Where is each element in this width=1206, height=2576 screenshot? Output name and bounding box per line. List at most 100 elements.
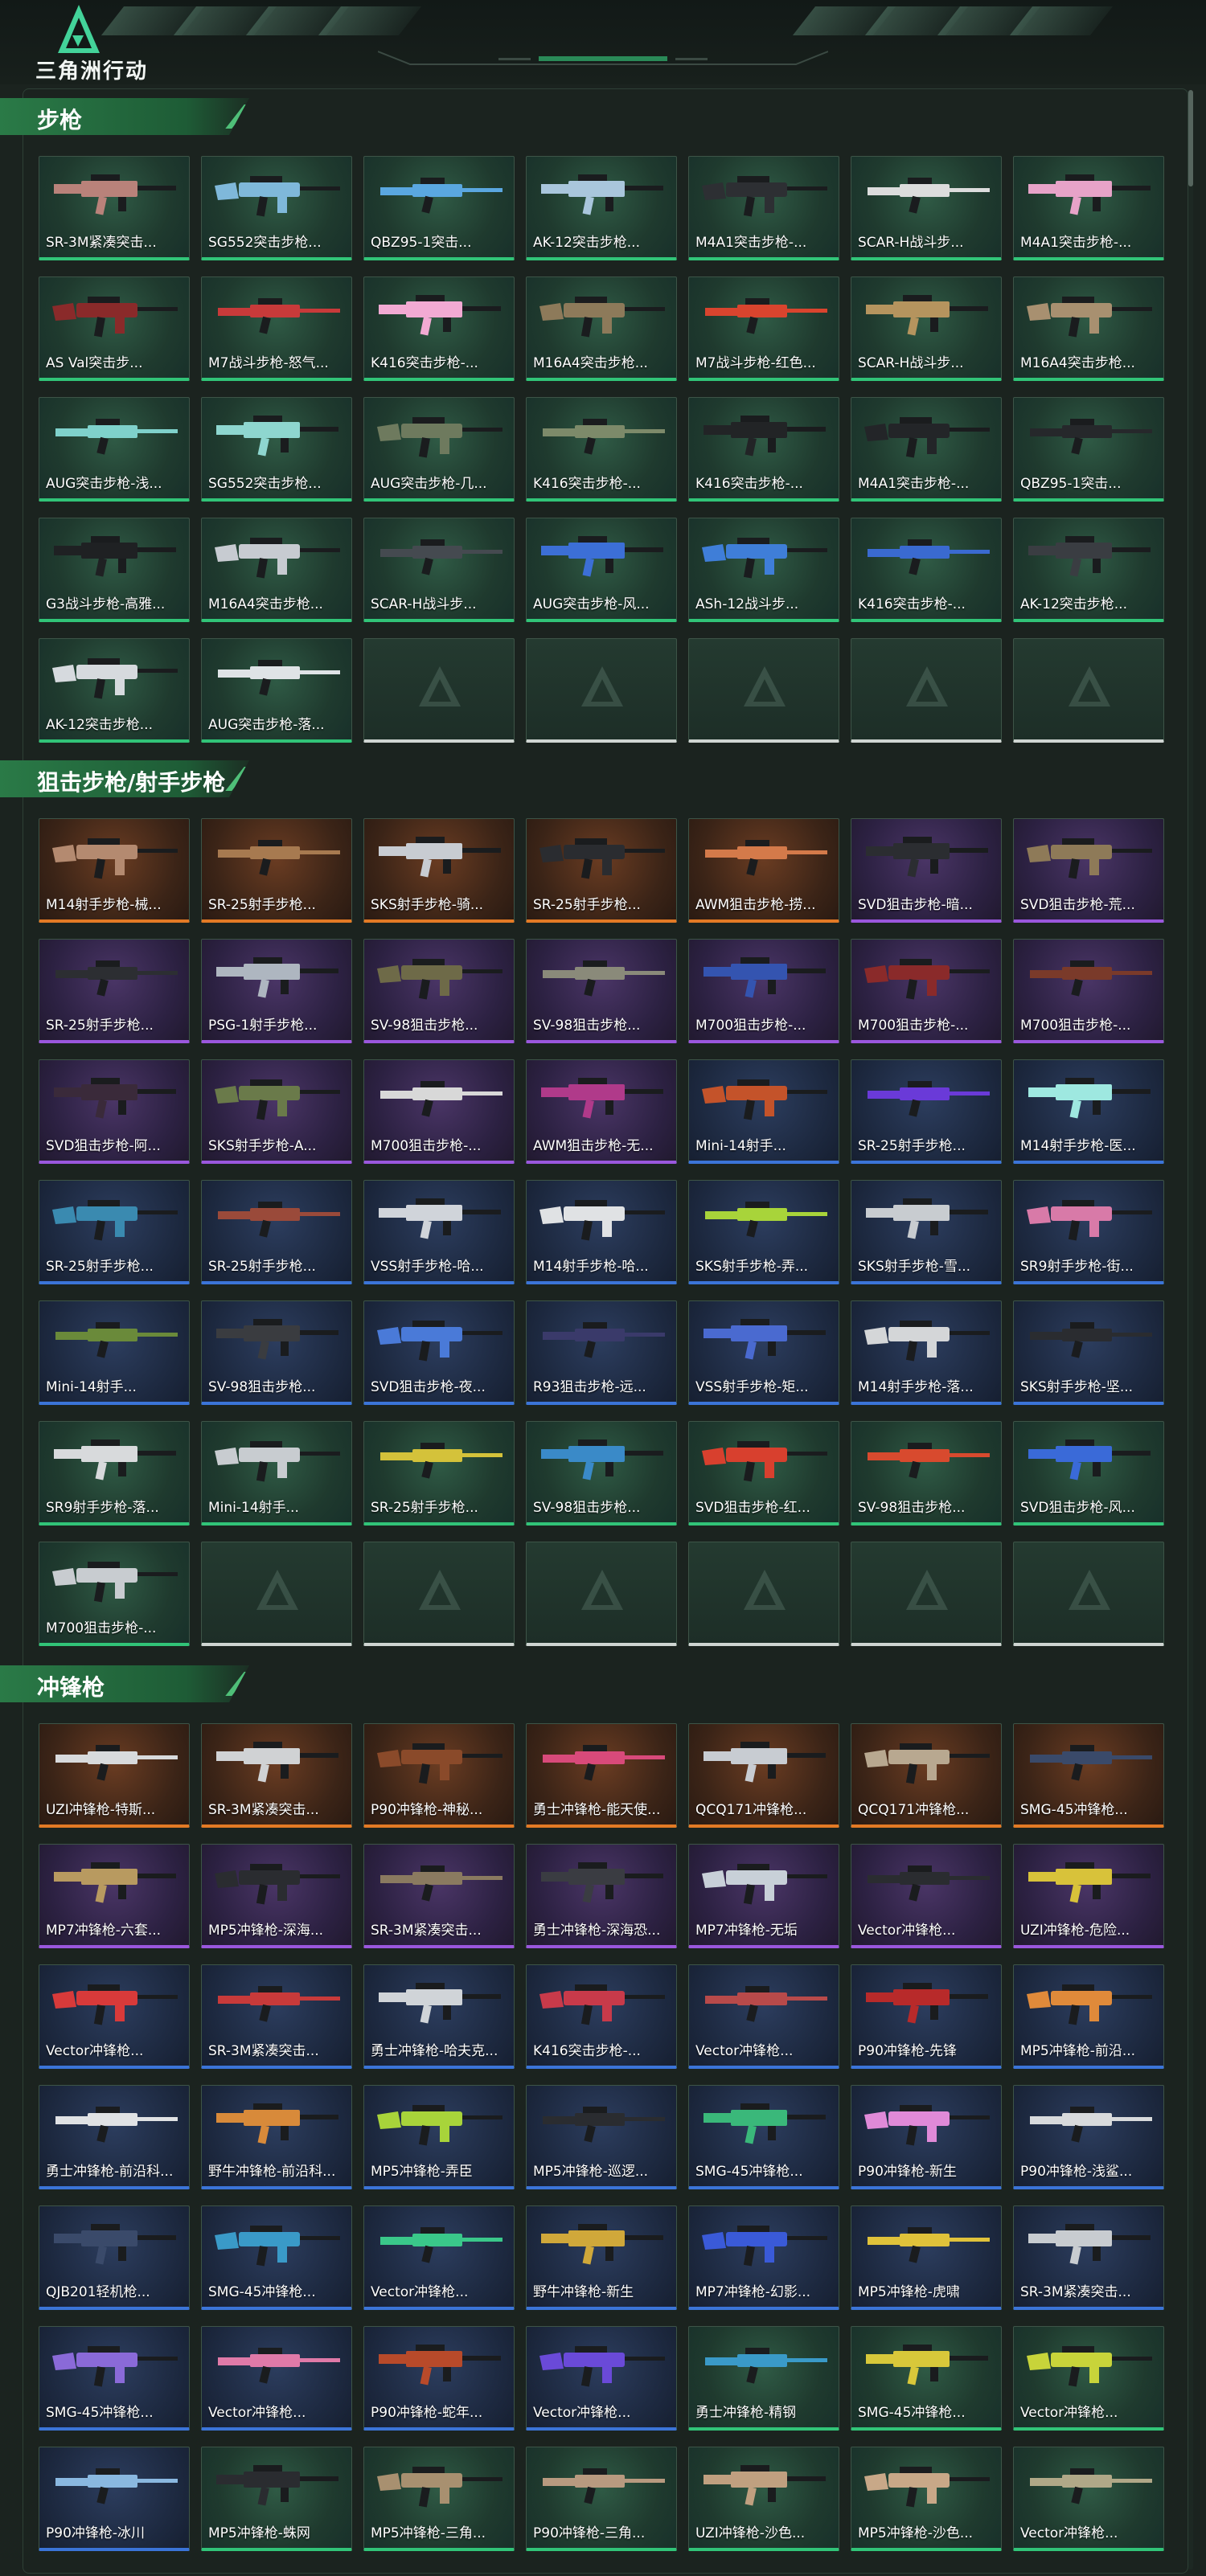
weapon-card[interactable]: UZI冲锋枪-沙色... xyxy=(688,2447,839,2551)
weapon-card[interactable]: M14射手步枪-械... xyxy=(39,818,190,923)
weapon-card[interactable]: M16A4突击步枪... xyxy=(1013,276,1164,381)
weapon-card[interactable]: SV-98狙击步枪... xyxy=(851,1421,1002,1526)
weapon-card[interactable]: MP5冲锋枪-深海... xyxy=(201,1844,352,1948)
weapon-card[interactable]: Vector冲锋枪... xyxy=(526,2326,677,2431)
weapon-card[interactable]: UZI冲锋枪-特斯... xyxy=(39,1723,190,1828)
weapon-card[interactable]: MP7冲锋枪-无垢 xyxy=(688,1844,839,1948)
weapon-card[interactable]: SG552突击步枪... xyxy=(201,156,352,260)
weapon-card[interactable]: SR-25射手步枪... xyxy=(39,939,190,1043)
weapon-card[interactable]: 勇士冲锋枪-前沿科... xyxy=(39,2085,190,2189)
weapon-card[interactable]: QBZ95-1突击... xyxy=(363,156,515,260)
weapon-card[interactable]: K416突击步枪-... xyxy=(526,1964,677,2069)
weapon-card[interactable]: K416突击步枪-... xyxy=(526,397,677,502)
weapon-card[interactable]: MP5冲锋枪-虎啸 xyxy=(851,2205,1002,2310)
weapon-card[interactable]: 勇士冲锋枪-深海恐... xyxy=(526,1844,677,1948)
weapon-card[interactable]: M700狙击步枪-... xyxy=(1013,939,1164,1043)
weapon-card[interactable]: SR-3M紧凑突击... xyxy=(1013,2205,1164,2310)
weapon-card[interactable]: M700狙击步枪-... xyxy=(688,939,839,1043)
weapon-card[interactable]: SVD狙击步枪-暗... xyxy=(851,818,1002,923)
weapon-card[interactable]: SMG-45冲锋枪... xyxy=(688,2085,839,2189)
weapon-card[interactable]: M700狙击步枪-... xyxy=(363,1059,515,1164)
weapon-card[interactable]: SR-25射手步枪... xyxy=(201,1180,352,1284)
weapon-card[interactable]: MP5冲锋枪-弄臣 xyxy=(363,2085,515,2189)
weapon-card[interactable]: Vector冲锋枪... xyxy=(851,1844,1002,1948)
weapon-card[interactable]: SMG-45冲锋枪... xyxy=(201,2205,352,2310)
weapon-card[interactable]: SV-98狙击步枪... xyxy=(526,939,677,1043)
weapon-card[interactable]: SCAR-H战斗步... xyxy=(851,276,1002,381)
weapon-card[interactable]: SCAR-H战斗步... xyxy=(363,518,515,622)
weapon-card[interactable]: M700狙击步枪-... xyxy=(39,1542,190,1646)
weapon-card[interactable]: AWM狙击步枪-捞... xyxy=(688,818,839,923)
weapon-card[interactable]: AUG突击步枪-风... xyxy=(526,518,677,622)
weapon-card[interactable]: VSS射手步枪-矩... xyxy=(688,1300,839,1405)
weapon-card[interactable]: Vector冲锋枪... xyxy=(688,1964,839,2069)
weapon-card[interactable]: QJB201轻机枪... xyxy=(39,2205,190,2310)
weapon-card[interactable]: PSG-1射手步枪... xyxy=(201,939,352,1043)
weapon-card[interactable]: SR-25射手步枪... xyxy=(39,1180,190,1284)
weapon-card[interactable]: SR-25射手步枪... xyxy=(526,818,677,923)
weapon-card[interactable]: Mini-14射手... xyxy=(201,1421,352,1526)
weapon-card[interactable]: VSS射手步枪-哈... xyxy=(363,1180,515,1284)
weapon-card[interactable]: M4A1突击步枪-... xyxy=(1013,156,1164,260)
weapon-card[interactable]: Vector冲锋枪... xyxy=(1013,2326,1164,2431)
weapon-card[interactable]: SR-25射手步枪... xyxy=(851,1059,1002,1164)
weapon-card[interactable]: MP5冲锋枪-三角... xyxy=(363,2447,515,2551)
weapon-card[interactable]: QCQ171冲锋枪... xyxy=(688,1723,839,1828)
weapon-card[interactable]: SR-3M紧凑突击... xyxy=(363,1844,515,1948)
weapon-card[interactable]: SR-25射手步枪... xyxy=(363,1421,515,1526)
weapon-card[interactable]: AS Val突击步... xyxy=(39,276,190,381)
weapon-card[interactable]: 勇士冲锋枪-哈夫克... xyxy=(363,1964,515,2069)
weapon-card[interactable]: AK-12突击步枪... xyxy=(1013,518,1164,622)
weapon-card[interactable]: SVD狙击步枪-阿... xyxy=(39,1059,190,1164)
weapon-card[interactable]: Vector冲锋枪... xyxy=(1013,2447,1164,2551)
weapon-card[interactable]: Mini-14射手... xyxy=(39,1300,190,1405)
weapon-card[interactable]: SR9射手步枪-落... xyxy=(39,1421,190,1526)
weapon-card[interactable]: 勇士冲锋枪-精钢 xyxy=(688,2326,839,2431)
weapon-card[interactable]: SKS射手步枪-骑... xyxy=(363,818,515,923)
weapon-card[interactable]: M7战斗步枪-红色... xyxy=(688,276,839,381)
weapon-card[interactable]: P90冲锋枪-神秘... xyxy=(363,1723,515,1828)
weapon-card[interactable]: SR-25射手步枪... xyxy=(201,818,352,923)
weapon-card[interactable]: K416突击步枪-... xyxy=(363,276,515,381)
weapon-card[interactable]: SR-3M紧凑突击... xyxy=(39,156,190,260)
weapon-card[interactable]: AK-12突击步枪... xyxy=(526,156,677,260)
weapon-card[interactable]: SV-98狙击步枪... xyxy=(201,1300,352,1405)
weapon-card[interactable]: SMG-45冲锋枪... xyxy=(1013,1723,1164,1828)
weapon-card[interactable]: AUG突击步枪-浅... xyxy=(39,397,190,502)
weapon-card[interactable]: AUG突击步枪-落... xyxy=(201,638,352,743)
weapon-card[interactable]: SKS射手步枪-弄... xyxy=(688,1180,839,1284)
weapon-card[interactable]: AWM狙击步枪-无... xyxy=(526,1059,677,1164)
weapon-card[interactable]: M700狙击步枪-... xyxy=(851,939,1002,1043)
weapon-card[interactable]: M16A4突击步枪... xyxy=(526,276,677,381)
weapon-card[interactable]: SR-3M紧凑突击... xyxy=(201,1964,352,2069)
weapon-card[interactable]: MP7冲锋枪-六套... xyxy=(39,1844,190,1948)
weapon-card[interactable]: P90冲锋枪-新生 xyxy=(851,2085,1002,2189)
weapon-card[interactable]: M4A1突击步枪-... xyxy=(851,397,1002,502)
weapon-card[interactable]: UZI冲锋枪-危险... xyxy=(1013,1844,1164,1948)
weapon-card[interactable]: AK-12突击步枪... xyxy=(39,638,190,743)
weapon-card[interactable]: SMG-45冲锋枪... xyxy=(39,2326,190,2431)
weapon-card[interactable]: M14射手步枪-落... xyxy=(851,1300,1002,1405)
weapon-card[interactable]: G3战斗步枪-高雅... xyxy=(39,518,190,622)
weapon-card[interactable]: SCAR-H战斗步... xyxy=(851,156,1002,260)
weapon-card[interactable]: K416突击步枪-... xyxy=(688,397,839,502)
weapon-card[interactable]: M7战斗步枪-怒气... xyxy=(201,276,352,381)
weapon-card[interactable]: SVD狙击步枪-荒... xyxy=(1013,818,1164,923)
weapon-card[interactable]: SV-98狙击步枪... xyxy=(526,1421,677,1526)
weapon-card[interactable]: P90冲锋枪-浅鲨... xyxy=(1013,2085,1164,2189)
weapon-card[interactable]: SKS射手步枪-坚... xyxy=(1013,1300,1164,1405)
scrollbar-thumb[interactable] xyxy=(1188,90,1193,186)
weapon-card[interactable]: P90冲锋枪-蛇年... xyxy=(363,2326,515,2431)
weapon-card[interactable]: M4A1突击步枪-... xyxy=(688,156,839,260)
weapon-card[interactable]: K416突击步枪-... xyxy=(851,518,1002,622)
weapon-card[interactable]: M14射手步枪-哈... xyxy=(526,1180,677,1284)
weapon-card[interactable]: P90冲锋枪-三角... xyxy=(526,2447,677,2551)
weapon-card[interactable]: P90冲锋枪-先锋 xyxy=(851,1964,1002,2069)
weapon-card[interactable]: SG552突击步枪... xyxy=(201,397,352,502)
weapon-card[interactable]: Vector冲锋枪... xyxy=(39,1964,190,2069)
weapon-card[interactable]: MP5冲锋枪-沙色... xyxy=(851,2447,1002,2551)
weapon-card[interactable]: QBZ95-1突击... xyxy=(1013,397,1164,502)
weapon-card[interactable]: M14射手步枪-医... xyxy=(1013,1059,1164,1164)
weapon-card[interactable]: M16A4突击步枪... xyxy=(201,518,352,622)
weapon-card[interactable]: Mini-14射手... xyxy=(688,1059,839,1164)
